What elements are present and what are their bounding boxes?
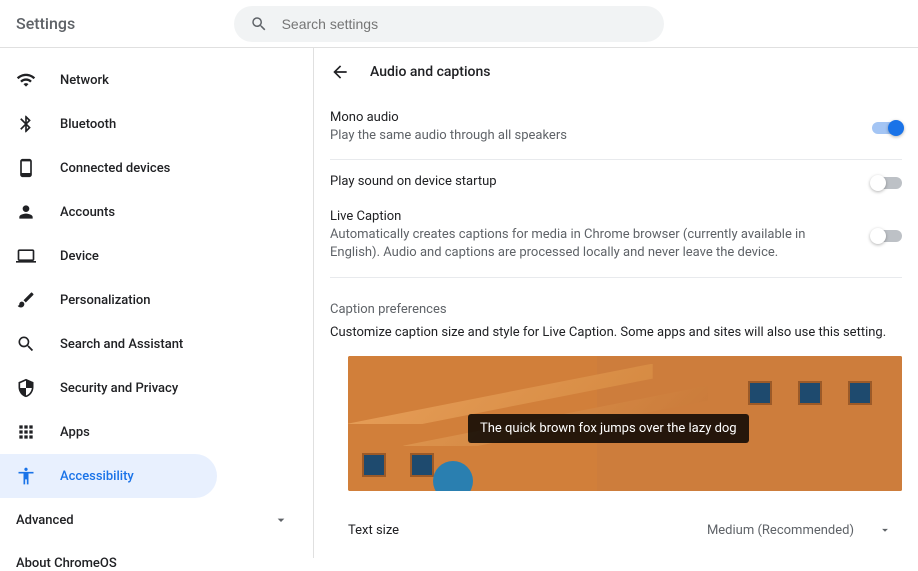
text-size-value: Medium (Recommended) (707, 523, 854, 538)
page-title: Audio and captions (370, 64, 490, 80)
phone-icon (16, 158, 36, 178)
startup-sound-toggle[interactable] (872, 176, 902, 190)
wifi-icon (16, 70, 36, 90)
toggle-thumb (870, 175, 886, 191)
sidebar-advanced-toggle[interactable]: Advanced (0, 498, 313, 542)
setting-startup-sound: Play sound on device startup (330, 160, 902, 205)
sidebar-item-label: Connected devices (60, 161, 170, 176)
back-arrow-icon[interactable] (330, 62, 350, 82)
text-size-row: Text size Medium (Recommended) (314, 507, 918, 544)
sidebar-item-label: Device (60, 249, 99, 264)
accessibility-icon (16, 466, 36, 486)
setting-title: Mono audio (330, 110, 848, 125)
setting-desc: Automatically creates captions for media… (330, 226, 848, 262)
setting-mono-audio: Mono audio Play the same audio through a… (330, 96, 902, 160)
mono-audio-toggle[interactable] (872, 121, 902, 135)
sidebar-about[interactable]: About ChromeOS (0, 542, 313, 571)
toggle-thumb (870, 228, 886, 244)
sidebar-item-label: Network (60, 73, 109, 88)
sidebar-item-label: Bluetooth (60, 117, 116, 132)
sidebar-item-label: Security and Privacy (60, 381, 178, 396)
advanced-label: Advanced (16, 513, 74, 528)
page-heading: Audio and captions (314, 48, 918, 96)
sidebar-item-label: Accessibility (60, 469, 134, 484)
sidebar-item-label: Personalization (60, 293, 151, 308)
sidebar: Network Bluetooth Connected devices Acco… (0, 48, 314, 558)
shield-icon (16, 378, 36, 398)
sidebar-item-label: Apps (60, 425, 90, 440)
caption-prefs-desc: Customize caption size and style for Liv… (314, 325, 918, 356)
search-box[interactable] (234, 6, 664, 42)
sidebar-item-connected-devices[interactable]: Connected devices (0, 146, 297, 190)
setting-text: Play sound on device startup (330, 174, 848, 191)
search-icon (250, 15, 268, 33)
setting-text: Live Caption Automatically creates capti… (330, 209, 848, 262)
audio-settings-group: Mono audio Play the same audio through a… (314, 96, 918, 278)
person-icon (16, 202, 36, 222)
setting-live-caption: Live Caption Automatically creates capti… (330, 205, 902, 277)
sidebar-nav: Network Bluetooth Connected devices Acco… (0, 58, 313, 571)
bluetooth-icon (16, 114, 36, 134)
chevron-down-icon (273, 512, 289, 528)
text-size-select[interactable]: Medium (Recommended) (697, 517, 902, 544)
brush-icon (16, 290, 36, 310)
setting-title: Play sound on device startup (330, 174, 848, 189)
sidebar-item-personalization[interactable]: Personalization (0, 278, 297, 322)
chevron-down-icon (878, 523, 892, 537)
content-area: Network Bluetooth Connected devices Acco… (0, 48, 918, 558)
app-header: Settings (0, 0, 918, 48)
setting-title: Live Caption (330, 209, 848, 224)
sidebar-item-search-assistant[interactable]: Search and Assistant (0, 322, 297, 366)
toggle-thumb (888, 120, 904, 136)
sidebar-item-label: Search and Assistant (60, 337, 183, 352)
sidebar-item-label: Accounts (60, 205, 115, 220)
sidebar-item-device[interactable]: Device (0, 234, 297, 278)
app-title: Settings (16, 14, 75, 33)
search-input[interactable] (282, 16, 648, 32)
setting-text: Mono audio Play the same audio through a… (330, 110, 848, 145)
sidebar-item-network[interactable]: Network (0, 58, 297, 102)
laptop-icon (16, 246, 36, 266)
sidebar-item-accounts[interactable]: Accounts (0, 190, 297, 234)
apps-icon (16, 422, 36, 442)
sidebar-item-accessibility[interactable]: Accessibility (0, 454, 217, 498)
sidebar-item-bluetooth[interactable]: Bluetooth (0, 102, 297, 146)
text-size-label: Text size (348, 523, 399, 538)
live-caption-toggle[interactable] (872, 229, 902, 243)
main-panel: Audio and captions Mono audio Play the s… (314, 48, 918, 558)
caption-preview-image: The quick brown fox jumps over the lazy … (348, 356, 902, 491)
setting-desc: Play the same audio through all speakers (330, 127, 848, 145)
search-wrap (234, 6, 664, 42)
sidebar-item-security-privacy[interactable]: Security and Privacy (0, 366, 297, 410)
caption-prefs-heading: Caption preferences (314, 302, 918, 325)
sidebar-item-apps[interactable]: Apps (0, 410, 297, 454)
search-icon (16, 334, 36, 354)
caption-preview-text: The quick brown fox jumps over the lazy … (468, 414, 749, 443)
